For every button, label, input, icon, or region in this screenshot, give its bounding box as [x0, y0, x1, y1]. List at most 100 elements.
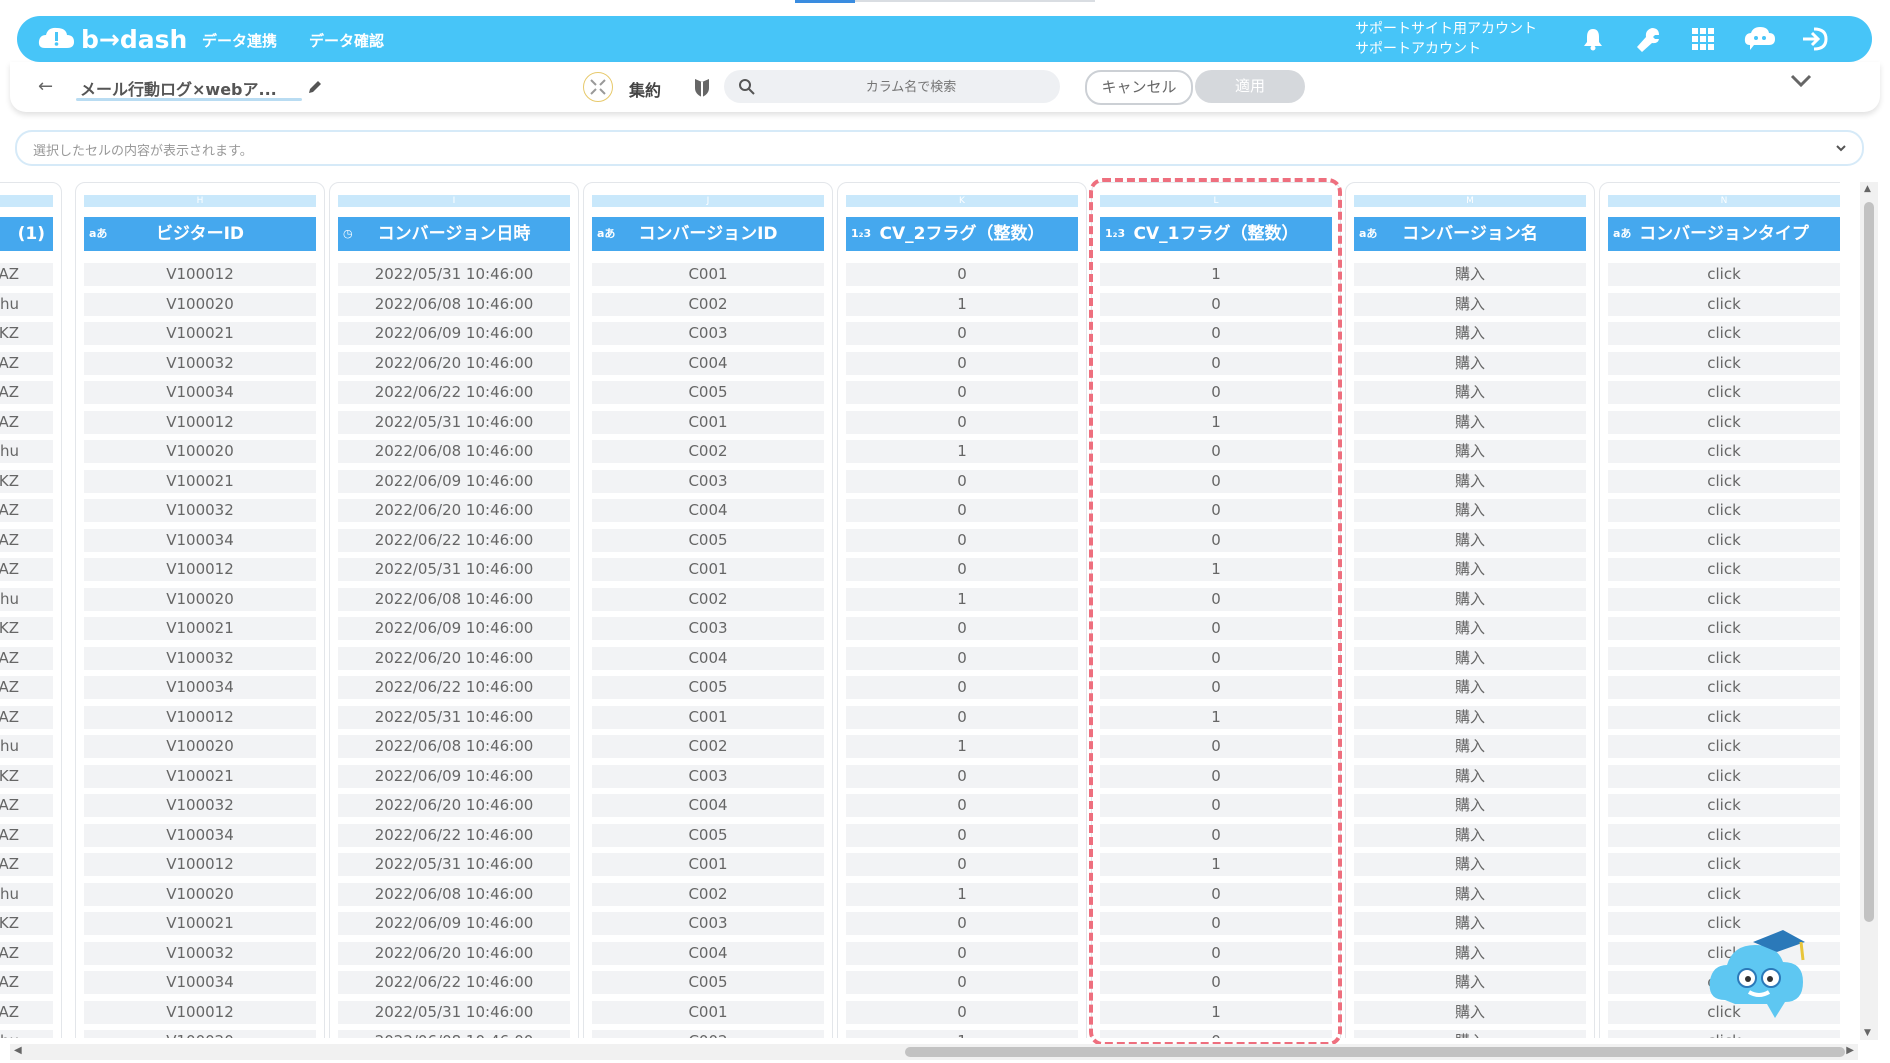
table-cell[interactable]: 購入 [1354, 410, 1586, 434]
mascot-helper-icon[interactable] [1705, 920, 1825, 1030]
table-cell[interactable]: V100021 [84, 912, 316, 935]
table-cell[interactable]: V100034 [84, 381, 316, 404]
bell-icon[interactable] [1579, 25, 1607, 53]
table-cell[interactable]: click [1608, 735, 1840, 758]
table-cell[interactable]: 購入 [1354, 764, 1586, 788]
table-cell[interactable]: 0 [846, 971, 1078, 994]
table-cell[interactable]: hu [0, 440, 53, 463]
table-cell[interactable]: C005 [592, 971, 824, 994]
table-cell[interactable]: ıAZ [0, 410, 53, 434]
table-cell[interactable]: 購入 [1354, 351, 1586, 375]
table-cell[interactable]: C002 [592, 440, 824, 463]
nav-data-link[interactable]: データ連携 [202, 30, 277, 51]
table-cell[interactable]: V100021 [84, 469, 316, 493]
table-cell[interactable]: 0 [846, 322, 1078, 345]
table-cell[interactable]: V100020 [84, 1030, 316, 1038]
table-cell[interactable]: click [1608, 676, 1840, 699]
table-cell[interactable]: 2022/05/31 10:46:00 [338, 263, 570, 286]
table-cell[interactable]: 1 [846, 292, 1078, 316]
table-cell[interactable]: V100012 [84, 1000, 316, 1024]
table-cell[interactable]: 2022/06/09 10:46:00 [338, 469, 570, 493]
table-cell[interactable]: 購入 [1354, 823, 1586, 847]
table-cell[interactable]: 0 [846, 912, 1078, 935]
column-header[interactable]: 1₂3 CV_2フラグ（整数） [846, 217, 1078, 251]
table-cell[interactable]: C003 [592, 469, 824, 493]
table-cell[interactable]: 購入 [1354, 263, 1586, 286]
table-cell[interactable]: 2022/06/20 10:46:00 [338, 646, 570, 670]
table-cell[interactable]: AZ [0, 971, 53, 994]
table-cell[interactable]: V100012 [84, 410, 316, 434]
horizontal-scroll-thumb[interactable] [905, 1047, 1845, 1057]
vertical-scrollbar[interactable]: ▲ ▼ [1860, 182, 1878, 1040]
table-cell[interactable]: V100034 [84, 528, 316, 552]
table-cell[interactable]: V100034 [84, 823, 316, 847]
table-cell[interactable]: 1 [846, 882, 1078, 906]
table-cell[interactable]: 2022/06/08 10:46:00 [338, 440, 570, 463]
column-letter[interactable] [0, 195, 53, 207]
table-cell[interactable]: 2022/06/09 10:46:00 [338, 764, 570, 788]
table-cell[interactable]: click [1608, 587, 1840, 611]
scroll-down-icon[interactable]: ▼ [1864, 1028, 1871, 1038]
table-cell[interactable]: click [1608, 823, 1840, 847]
column-letter[interactable]: H [84, 195, 316, 207]
table-cell[interactable]: 購入 [1354, 735, 1586, 758]
table-cell[interactable]: V100020 [84, 587, 316, 611]
table-cell[interactable]: click [1608, 764, 1840, 788]
table-cell[interactable]: V100032 [84, 941, 316, 965]
table-cell[interactable]: V100034 [84, 676, 316, 699]
table-cell[interactable]: C003 [592, 617, 824, 640]
table-cell[interactable]: AZ [0, 381, 53, 404]
table-cell[interactable]: 0 [846, 794, 1078, 817]
column-header[interactable]: aあ ビジターID [84, 217, 316, 251]
table-cell[interactable]: hu [0, 1030, 53, 1038]
table-cell[interactable]: C004 [592, 499, 824, 522]
nav-data-check[interactable]: データ確認 [309, 30, 384, 51]
table-cell[interactable]: 0 [846, 617, 1078, 640]
table-cell[interactable]: click [1608, 292, 1840, 316]
column-header[interactable]: aあ コンバージョンID [592, 217, 824, 251]
table-cell[interactable]: C005 [592, 528, 824, 552]
table-cell[interactable]: AZ [0, 941, 53, 965]
table-cell[interactable]: 2022/06/08 10:46:00 [338, 735, 570, 758]
table-cell[interactable]: 購入 [1354, 587, 1586, 611]
table-cell[interactable]: 2022/06/20 10:46:00 [338, 794, 570, 817]
table-cell[interactable]: 購入 [1354, 381, 1586, 404]
table-cell[interactable]: 購入 [1354, 794, 1586, 817]
table-cell[interactable]: 0 [846, 499, 1078, 522]
table-cell[interactable]: 購入 [1354, 912, 1586, 935]
table-cell[interactable]: click [1608, 469, 1840, 493]
table-cell[interactable]: 0 [846, 823, 1078, 847]
table-cell[interactable]: click [1608, 882, 1840, 906]
table-cell[interactable]: 2022/05/31 10:46:00 [338, 410, 570, 434]
table-cell[interactable]: C002 [592, 882, 824, 906]
page-title[interactable]: メール行動ログ×webア... [80, 76, 277, 100]
table-cell[interactable]: C002 [592, 735, 824, 758]
table-cell[interactable]: 2022/05/31 10:46:00 [338, 1000, 570, 1024]
table-cell[interactable]: V100034 [84, 971, 316, 994]
table-cell[interactable]: 2022/06/09 10:46:00 [338, 912, 570, 935]
table-cell[interactable]: C004 [592, 646, 824, 670]
scroll-up-icon[interactable]: ▲ [1864, 184, 1871, 194]
table-cell[interactable]: C001 [592, 705, 824, 729]
table-cell[interactable]: 2022/06/08 10:46:00 [338, 1030, 570, 1038]
table-cell[interactable]: 購入 [1354, 676, 1586, 699]
aggregate-label[interactable]: 集約 [629, 77, 661, 101]
table-cell[interactable]: click [1608, 410, 1840, 434]
back-arrow-icon[interactable]: ← [38, 76, 53, 97]
column-header[interactable]: aあ コンバージョンタイプ [1608, 217, 1840, 251]
table-cell[interactable]: V100012 [84, 263, 316, 286]
table-cell[interactable]: click [1608, 1030, 1840, 1038]
table-cell[interactable]: AZ [0, 351, 53, 375]
logout-icon[interactable] [1800, 25, 1832, 53]
table-cell[interactable]: 購入 [1354, 853, 1586, 876]
table-cell[interactable]: 2022/06/08 10:46:00 [338, 882, 570, 906]
pencil-icon[interactable] [307, 79, 323, 95]
table-cell[interactable]: 2022/05/31 10:46:00 [338, 853, 570, 876]
brand-logo[interactable]: b→dash [37, 24, 187, 54]
table-cell[interactable]: 2022/06/09 10:46:00 [338, 617, 570, 640]
table-cell[interactable]: 0 [846, 558, 1078, 581]
table-cell[interactable]: 2022/06/20 10:46:00 [338, 351, 570, 375]
column-header[interactable]: aあ コンバージョン名 [1354, 217, 1586, 251]
table-cell[interactable]: C002 [592, 1030, 824, 1038]
table-cell[interactable]: ıKZ [0, 912, 53, 935]
